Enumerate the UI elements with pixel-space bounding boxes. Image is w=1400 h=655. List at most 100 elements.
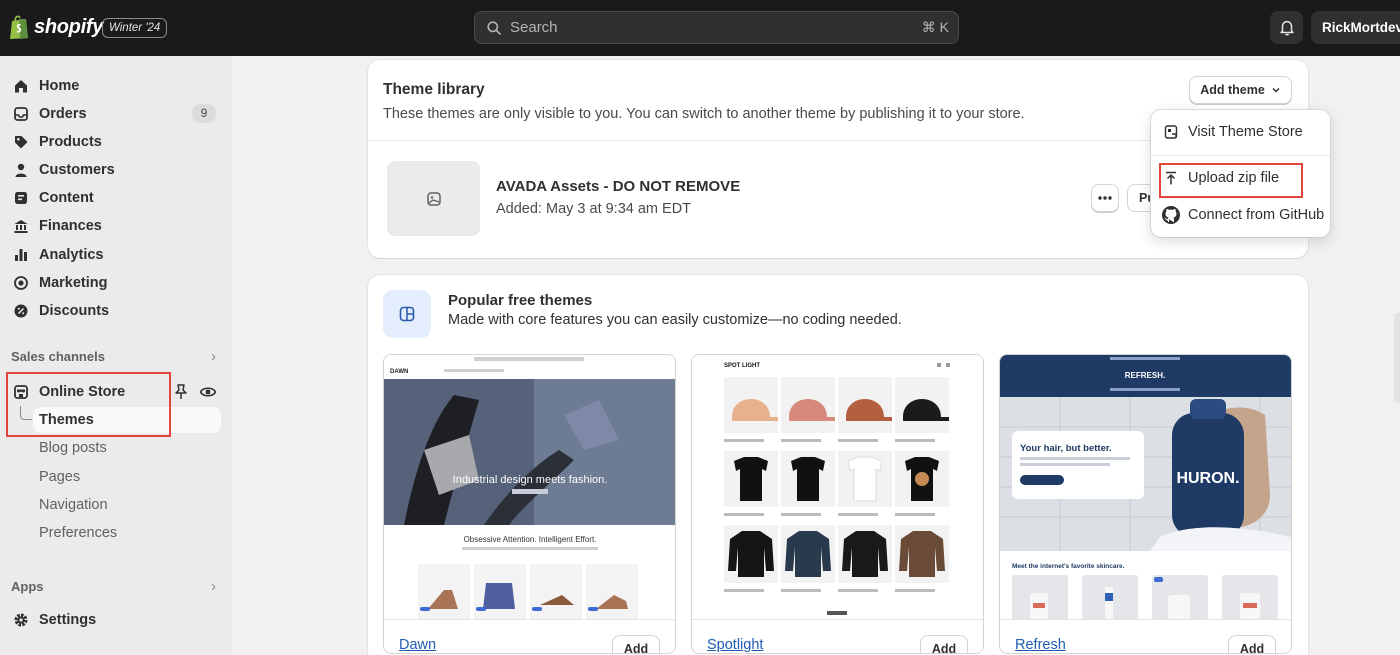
theme-added-date: Added: May 3 at 9:34 am EDT bbox=[496, 201, 692, 217]
sidebar-item-analytics[interactable]: Analytics bbox=[6, 241, 222, 269]
sidebar-item-label: Discounts bbox=[39, 303, 110, 319]
sidebar-item-customers[interactable]: Customers bbox=[6, 156, 222, 184]
chevron-right-icon: › bbox=[211, 347, 216, 365]
add-theme-label: Add theme bbox=[1200, 83, 1265, 97]
popular-themes-icon bbox=[383, 290, 431, 338]
sidebar-item-finances[interactable]: Finances bbox=[6, 212, 222, 240]
chevron-right-icon: › bbox=[211, 577, 216, 595]
sidebar-item-label: Settings bbox=[39, 612, 97, 628]
refresh-preview-image: REFRESH. HURON. Your hair, but better. M… bbox=[1000, 355, 1291, 619]
dawn-preview-tagline: Obsessive Attention. Intelligent Effort. bbox=[464, 535, 597, 544]
sidebar-item-label: Home bbox=[39, 78, 80, 94]
sidebar-subitem-navigation[interactable]: Navigation bbox=[39, 492, 108, 518]
theme-preview-spotlight[interactable]: SPOT LIGHT bbox=[692, 355, 983, 620]
refresh-preview-product: HURON. bbox=[1176, 470, 1239, 487]
bell-icon bbox=[1279, 20, 1294, 36]
sidebar: Home Orders 9 Products Customers Content… bbox=[0, 56, 232, 655]
add-theme-dropdown: Visit Theme Store Upload zip file Connec… bbox=[1151, 110, 1330, 237]
spotlight-preview-image: SPOT LIGHT bbox=[692, 355, 983, 619]
pin-icon[interactable] bbox=[173, 383, 189, 401]
chevron-down-icon bbox=[1272, 87, 1280, 93]
menu-item-label: Visit Theme Store bbox=[1188, 124, 1303, 140]
sidebar-subitem-preferences[interactable]: Preferences bbox=[39, 520, 117, 546]
dawn-preview-brand: DAWN bbox=[390, 369, 408, 375]
sidebar-item-settings[interactable]: Settings bbox=[6, 606, 222, 634]
content-icon bbox=[12, 189, 30, 207]
sidebar-item-discounts[interactable]: Discounts bbox=[6, 297, 222, 325]
orders-count-badge: 9 bbox=[192, 104, 216, 123]
gear-icon bbox=[12, 611, 30, 629]
target-icon bbox=[12, 274, 30, 292]
theme-link-spotlight[interactable]: Spotlight bbox=[707, 637, 763, 653]
eye-icon[interactable] bbox=[199, 383, 217, 401]
image-placeholder-icon bbox=[426, 191, 441, 206]
dawn-preview-hero: Industrial design meets fashion. bbox=[453, 474, 608, 486]
add-dawn-button[interactable]: Add bbox=[612, 635, 660, 653]
sidebar-subitem-blog-posts[interactable]: Blog posts bbox=[39, 435, 107, 461]
tag-icon bbox=[12, 133, 30, 151]
notifications-button[interactable] bbox=[1270, 11, 1303, 44]
scroll-edge bbox=[1394, 313, 1400, 403]
home-icon bbox=[12, 77, 30, 95]
apps-header[interactable]: Apps › bbox=[11, 576, 216, 596]
online-store-actions bbox=[173, 383, 217, 401]
theme-library-subtitle: These themes are only visible to you. Yo… bbox=[383, 106, 1025, 122]
spotlight-preview-brand: SPOT LIGHT bbox=[724, 363, 760, 369]
search-bar[interactable]: ⌘ K bbox=[474, 11, 959, 44]
sidebar-item-label: Customers bbox=[39, 162, 115, 178]
popular-themes-title: Popular free themes bbox=[448, 292, 593, 309]
sidebar-item-orders[interactable]: Orders 9 bbox=[6, 100, 222, 128]
sales-channels-header[interactable]: Sales channels › bbox=[11, 346, 216, 366]
sidebar-item-label: Content bbox=[39, 190, 94, 206]
discount-icon bbox=[12, 302, 30, 320]
more-actions-button[interactable] bbox=[1091, 184, 1119, 212]
search-icon bbox=[487, 20, 501, 35]
sidebar-item-products[interactable]: Products bbox=[6, 128, 222, 156]
theme-name: AVADA Assets - DO NOT REMOVE bbox=[496, 178, 741, 195]
sidebar-item-label: Products bbox=[39, 134, 102, 150]
sidebar-item-label: Marketing bbox=[39, 275, 108, 291]
menu-item-visit-theme-store[interactable]: Visit Theme Store bbox=[1161, 119, 1303, 145]
theme-preview-refresh[interactable]: REFRESH. HURON. Your hair, but better. M… bbox=[1000, 355, 1291, 620]
ellipsis-icon bbox=[1098, 196, 1112, 200]
menu-item-label: Connect from GitHub bbox=[1188, 207, 1325, 223]
theme-thumbnail bbox=[387, 161, 480, 236]
brand-wordmark: shopify bbox=[34, 15, 104, 38]
theme-library-title: Theme library bbox=[383, 81, 485, 98]
theme-link-refresh[interactable]: Refresh bbox=[1015, 637, 1066, 653]
inbox-icon bbox=[12, 105, 30, 123]
sidebar-item-home[interactable]: Home bbox=[6, 72, 222, 100]
top-bar: shopify Winter '24 ⌘ K RickMortdev bbox=[0, 0, 1400, 56]
refresh-preview-section: Meet the internet's favorite skincare. bbox=[1012, 563, 1125, 570]
dawn-preview-image: DAWN Industrial design meets fashion. Ob… bbox=[384, 355, 675, 619]
sidebar-item-marketing[interactable]: Marketing bbox=[6, 269, 222, 297]
upload-zip-highlight bbox=[1159, 163, 1303, 198]
theme-card-spotlight[interactable]: SPOT LIGHT Spotlight Add bbox=[691, 354, 984, 654]
person-icon bbox=[12, 161, 30, 179]
theme-link-dawn[interactable]: Dawn bbox=[399, 637, 436, 653]
theme-card-dawn[interactable]: DAWN Industrial design meets fashion. Ob… bbox=[383, 354, 676, 654]
bank-icon bbox=[12, 217, 30, 235]
user-menu-button[interactable]: RickMortdev bbox=[1311, 11, 1400, 44]
github-icon bbox=[1161, 205, 1181, 225]
theme-preview-dawn[interactable]: DAWN Industrial design meets fashion. Ob… bbox=[384, 355, 675, 620]
add-theme-button[interactable]: Add theme bbox=[1189, 76, 1292, 104]
theme-card-refresh[interactable]: REFRESH. HURON. Your hair, but better. M… bbox=[999, 354, 1292, 654]
sidebar-item-content[interactable]: Content bbox=[6, 184, 222, 212]
online-store-highlight bbox=[6, 372, 171, 437]
search-input[interactable] bbox=[510, 19, 890, 36]
sidebar-subitem-pages[interactable]: Pages bbox=[39, 464, 80, 490]
add-spotlight-button[interactable]: Add bbox=[920, 635, 968, 653]
shopify-logo[interactable]: shopify bbox=[8, 14, 103, 40]
section-label: Sales channels bbox=[11, 348, 105, 364]
sidebar-item-label: Orders bbox=[39, 106, 87, 122]
menu-item-connect-github[interactable]: Connect from GitHub bbox=[1161, 202, 1324, 228]
shopify-bag-icon bbox=[10, 15, 28, 39]
refresh-preview-brand: REFRESH. bbox=[1125, 371, 1165, 380]
search-shortcut: ⌘ K bbox=[921, 19, 949, 35]
add-refresh-button[interactable]: Add bbox=[1228, 635, 1276, 653]
chart-icon bbox=[12, 246, 30, 264]
popular-themes-subtitle: Made with core features you can easily c… bbox=[448, 312, 902, 328]
divider bbox=[1151, 155, 1330, 156]
layout-icon bbox=[399, 306, 415, 322]
